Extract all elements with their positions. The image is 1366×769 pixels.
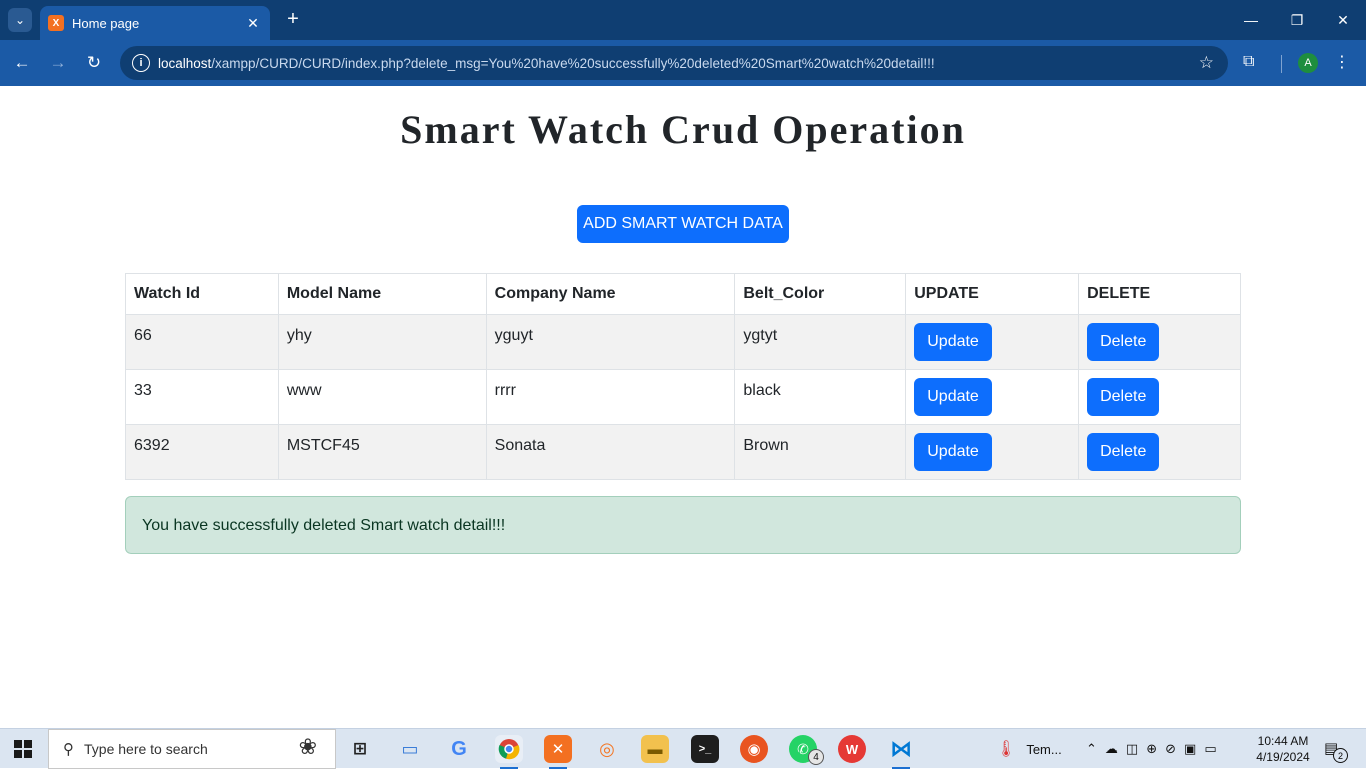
cell-belt-color: ygtyt — [734, 314, 907, 370]
watch-table: Watch Id Model Name Company Name Belt_Co… — [125, 273, 1241, 480]
file-explorer-icon[interactable]: ▬ — [641, 735, 669, 763]
info-icon[interactable]: i — [132, 54, 150, 72]
taskbar-search-placeholder: Type here to search — [84, 741, 208, 757]
windows-taskbar: ⚲ Type here to search ❀ ⊞ ▭ G ✕ ◎ ▬ >_ ◉… — [0, 728, 1366, 769]
cell-watch-id: 66 — [125, 314, 279, 370]
google-icon[interactable]: G — [445, 735, 473, 763]
cell-company-name: yguyt — [485, 314, 736, 370]
weather-widget[interactable]: 🌡 Tem... — [996, 729, 1062, 769]
cell-belt-color: Brown — [734, 424, 907, 480]
toolbar-divider — [1281, 55, 1282, 73]
cell-update: Update — [905, 314, 1080, 370]
restore-icon[interactable]: ❐ — [1274, 0, 1320, 40]
display-icon[interactable]: ▣ — [1184, 741, 1196, 757]
browser-toolbar: ← → ↻ i localhost/xampp/CURD/CURD/index.… — [0, 40, 1366, 86]
cell-model-name: yhy — [277, 314, 487, 370]
cell-delete: Delete — [1078, 314, 1241, 370]
terminal-icon[interactable]: >_ — [691, 735, 719, 763]
system-tray: ⌃ ☁ ◫ ⊕ ⊘ ▣ ▭ — [1086, 729, 1217, 769]
add-smart-watch-button[interactable]: ADD SMART WATCH DATA — [577, 205, 789, 243]
xampp-icon[interactable]: ✕ — [544, 735, 572, 763]
windows-start-icon[interactable] — [14, 740, 32, 758]
update-button[interactable]: Update — [914, 433, 992, 471]
profile-avatar[interactable]: A — [1298, 53, 1318, 73]
header-delete: DELETE — [1078, 273, 1241, 315]
weather-label: Tem... — [1026, 741, 1062, 757]
cell-model-name: www — [277, 369, 487, 425]
header-belt-color: Belt_Color — [734, 273, 907, 315]
browser-tab[interactable]: X Home page ✕ — [40, 6, 270, 40]
back-arrow-icon[interactable]: ← — [9, 50, 35, 76]
forward-arrow-icon[interactable]: → — [45, 50, 71, 76]
wps-office-icon[interactable]: W — [838, 735, 866, 763]
address-bar[interactable]: i localhost/xampp/CURD/CURD/index.php?de… — [120, 46, 1228, 80]
camera-icon[interactable]: ◫ — [1126, 741, 1138, 757]
chevron-up-icon[interactable]: ⌃ — [1086, 741, 1097, 757]
taskbar-clock[interactable]: 10:44 AM 4/19/2024 — [1250, 733, 1316, 765]
task-view-icon[interactable]: ⊞ — [346, 735, 374, 763]
puzzle-icon[interactable]: ⧉ — [1243, 53, 1254, 71]
delete-button[interactable]: Delete — [1087, 433, 1160, 471]
header-model-name: Model Name — [277, 273, 487, 315]
cell-delete: Delete — [1078, 369, 1241, 425]
cell-company-name: rrrr — [485, 369, 736, 425]
cell-belt-color: black — [734, 369, 907, 425]
whatsapp-badge: 4 — [808, 749, 824, 765]
kebab-menu-icon[interactable]: ⋮ — [1334, 52, 1350, 72]
globe-icon[interactable]: ⊕ — [1146, 741, 1157, 757]
table-row: 66 yhy yguyt ygtyt Update Delete — [125, 314, 1241, 370]
cell-update: Update — [905, 424, 1080, 480]
battery-icon[interactable]: ▭ — [1204, 741, 1216, 757]
cell-update: Update — [905, 369, 1080, 425]
laptop-icon[interactable]: ▭ — [396, 735, 424, 763]
search-icon: ⚲ — [63, 741, 74, 758]
star-icon[interactable]: ☆ — [1199, 53, 1214, 73]
header-update: UPDATE — [905, 273, 1080, 315]
url-host: localhost — [158, 55, 212, 71]
cell-watch-id: 6392 — [125, 424, 279, 480]
xampp-favicon-icon: X — [48, 15, 64, 31]
browser-tab-strip: ⌄ X Home page ✕ + — ❐ ✕ — [0, 0, 1366, 40]
clock-time: 10:44 AM — [1257, 734, 1309, 748]
table-row: 33 www rrrr black Update Delete — [125, 369, 1241, 425]
notification-count-badge: 2 — [1333, 748, 1348, 763]
delete-button[interactable]: Delete — [1087, 378, 1160, 416]
thermometer-icon: 🌡 — [996, 741, 1017, 758]
jupyter-icon[interactable]: ◎ — [593, 735, 621, 763]
window-close-icon[interactable]: ✕ — [1320, 0, 1366, 40]
header-watch-id: Watch Id — [125, 273, 279, 315]
cell-delete: Delete — [1078, 424, 1241, 480]
close-icon[interactable]: ✕ — [244, 15, 262, 32]
success-alert: You have successfully deleted Smart watc… — [125, 496, 1241, 554]
vscode-icon[interactable]: ⋈ — [887, 735, 915, 763]
taskbar-search-input[interactable]: ⚲ Type here to search ❀ — [48, 729, 336, 769]
tab-title: Home page — [72, 15, 140, 31]
update-button[interactable]: Update — [914, 378, 992, 416]
table-row: 6392 MSTCF45 Sonata Brown Update Delete — [125, 424, 1241, 480]
page-title: Smart Watch Crud Operation — [400, 107, 966, 152]
header-company-name: Company Name — [485, 273, 736, 315]
cloud-off-icon[interactable]: ⊘ — [1165, 741, 1176, 757]
reload-icon[interactable]: ↻ — [81, 50, 107, 76]
clock-date: 4/19/2024 — [1256, 750, 1310, 764]
cell-model-name: MSTCF45 — [277, 424, 487, 480]
table-header-row: Watch Id Model Name Company Name Belt_Co… — [125, 273, 1241, 315]
ubuntu-icon[interactable]: ◉ — [740, 735, 768, 763]
flower-pot-icon: ❀ — [298, 734, 317, 759]
update-button[interactable]: Update — [914, 323, 992, 361]
chevron-down-icon[interactable]: ⌄ — [8, 8, 32, 32]
cloud-icon[interactable]: ☁ — [1105, 741, 1118, 757]
minimize-icon[interactable]: — — [1228, 0, 1274, 40]
delete-button[interactable]: Delete — [1087, 323, 1160, 361]
chrome-icon[interactable] — [495, 735, 523, 763]
cell-company-name: Sonata — [485, 424, 736, 480]
new-tab-button[interactable]: + — [282, 8, 304, 32]
cell-watch-id: 33 — [125, 369, 279, 425]
url-path: /xampp/CURD/CURD/index.php?delete_msg=Yo… — [211, 55, 935, 71]
